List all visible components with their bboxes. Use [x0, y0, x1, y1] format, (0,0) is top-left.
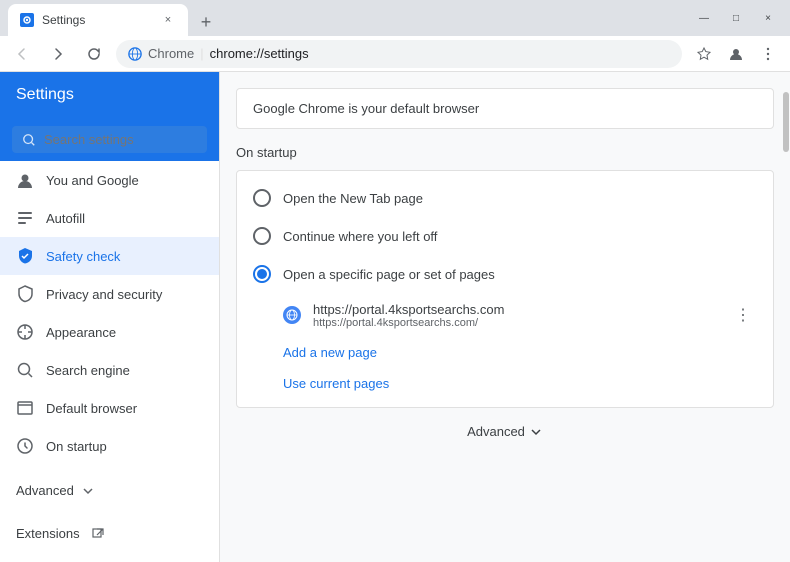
page-menu-button[interactable]: ⋮	[729, 301, 757, 329]
sidebar: Settings You and Google Aut	[0, 72, 220, 562]
forward-icon	[50, 46, 66, 62]
person-icon	[16, 171, 34, 189]
radio-circle-new-tab	[253, 189, 271, 207]
sidebar-item-label: Default browser	[46, 401, 137, 416]
startup-card: Open the New Tab page Continue where you…	[236, 170, 774, 408]
search-input[interactable]	[44, 132, 197, 147]
appearance-icon	[16, 323, 34, 341]
radio-label-specific-page: Open a specific page or set of pages	[283, 267, 495, 282]
globe-icon	[128, 47, 142, 61]
globe-small-icon	[286, 309, 298, 321]
forward-button[interactable]	[44, 40, 72, 68]
sidebar-item-search-engine[interactable]: Search engine	[0, 351, 219, 389]
sidebar-advanced-section[interactable]: Advanced	[0, 473, 219, 508]
sidebar-item-on-startup[interactable]: On startup	[0, 427, 219, 465]
reload-button[interactable]	[80, 40, 108, 68]
sidebar-item-extensions[interactable]: Extensions	[0, 516, 219, 551]
radio-circle-specific-page	[253, 265, 271, 283]
default-browser-banner: Google Chrome is your default browser	[236, 88, 774, 129]
address-actions	[690, 40, 782, 68]
sidebar-item-label: On startup	[46, 439, 107, 454]
active-tab[interactable]: Settings ×	[8, 4, 188, 36]
shield-icon	[16, 247, 34, 265]
search-icon	[22, 133, 36, 147]
sidebar-header: Settings	[0, 72, 219, 118]
sidebar-title: Settings	[16, 86, 74, 103]
star-icon	[696, 46, 712, 62]
person-icon	[728, 46, 744, 62]
scrollbar-thumb[interactable]	[783, 92, 789, 152]
sidebar-item-label: Privacy and security	[46, 287, 162, 302]
sidebar-item-label: You and Google	[46, 173, 139, 188]
settings-icon	[22, 15, 32, 25]
radio-continue[interactable]: Continue where you left off	[237, 217, 773, 255]
radio-circle-continue	[253, 227, 271, 245]
sidebar-item-about-chrome[interactable]: About Chrome	[0, 551, 219, 562]
url-path: chrome://settings	[210, 46, 309, 61]
url-bar[interactable]: Chrome | chrome://settings	[116, 40, 682, 68]
content-area: Google Chrome is your default browser On…	[220, 72, 790, 562]
browser-frame: Settings × + — □ × Chrome | chrome://set…	[0, 0, 790, 562]
window-controls: — □ ×	[690, 4, 782, 32]
tab-title: Settings	[42, 13, 85, 27]
bookmark-button[interactable]	[690, 40, 718, 68]
back-button[interactable]	[8, 40, 36, 68]
url-separator: |	[200, 46, 203, 61]
new-tab-button[interactable]: +	[192, 8, 220, 36]
chevron-down-icon	[529, 425, 543, 439]
tab-favicon	[20, 13, 34, 27]
title-bar: Settings × + — □ ×	[0, 0, 790, 36]
startup-page-entry: https://portal.4ksportsearchs.com https:…	[237, 293, 773, 337]
address-bar: Chrome | chrome://settings	[0, 36, 790, 72]
advanced-label: Advanced	[16, 483, 74, 498]
on-startup-title: On startup	[236, 145, 774, 160]
browser-icon	[16, 399, 34, 417]
sidebar-item-autofill[interactable]: Autofill	[0, 199, 219, 237]
main-layout: Settings You and Google Aut	[0, 72, 790, 562]
scrollbar[interactable]	[782, 72, 790, 562]
sidebar-item-label: Autofill	[46, 211, 85, 226]
autofill-icon	[16, 209, 34, 227]
url-protocol: Chrome	[148, 46, 194, 61]
use-current-link: Use current pages	[237, 368, 773, 399]
extensions-label: Extensions	[16, 526, 80, 541]
tab-close-button[interactable]: ×	[160, 12, 176, 28]
sidebar-item-appearance[interactable]: Appearance	[0, 313, 219, 351]
privacy-icon	[16, 285, 34, 303]
advanced-button-label: Advanced	[467, 424, 525, 439]
sidebar-item-label: Safety check	[46, 249, 120, 264]
sidebar-item-label: Appearance	[46, 325, 116, 340]
sidebar-item-privacy-security[interactable]: Privacy and security	[0, 275, 219, 313]
page-url-info: https://portal.4ksportsearchs.com https:…	[313, 302, 717, 329]
close-button[interactable]: ×	[754, 4, 782, 32]
startup-icon	[16, 437, 34, 455]
back-icon	[14, 46, 30, 62]
profile-button[interactable]	[722, 40, 750, 68]
menu-button[interactable]	[754, 40, 782, 68]
sidebar-item-you-google[interactable]: You and Google	[0, 161, 219, 199]
sidebar-item-safety-check[interactable]: Safety check	[0, 237, 219, 275]
search-engine-icon	[16, 361, 34, 379]
page-favicon	[283, 306, 301, 324]
page-url-sub: https://portal.4ksportsearchs.com/	[313, 317, 717, 329]
restore-button[interactable]: □	[722, 4, 750, 32]
radio-label-new-tab: Open the New Tab page	[283, 191, 423, 206]
default-browser-text: Google Chrome is your default browser	[253, 101, 479, 116]
use-current-anchor[interactable]: Use current pages	[283, 376, 389, 391]
page-url-main: https://portal.4ksportsearchs.com	[313, 302, 717, 317]
dots-icon	[760, 46, 776, 62]
sidebar-item-default-browser[interactable]: Default browser	[0, 389, 219, 427]
chevron-down-icon	[82, 485, 94, 497]
reload-icon	[86, 46, 102, 62]
sidebar-item-label: Search engine	[46, 363, 130, 378]
external-link-icon	[92, 528, 104, 540]
minimize-button[interactable]: —	[690, 4, 718, 32]
advanced-button[interactable]: Advanced	[236, 424, 774, 439]
radio-label-continue: Continue where you left off	[283, 229, 437, 244]
add-page-link: Add a new page	[237, 337, 773, 368]
add-page-anchor[interactable]: Add a new page	[283, 345, 377, 360]
tab-bar: Settings × +	[8, 0, 220, 36]
radio-specific-page[interactable]: Open a specific page or set of pages	[237, 255, 773, 293]
radio-new-tab[interactable]: Open the New Tab page	[237, 179, 773, 217]
